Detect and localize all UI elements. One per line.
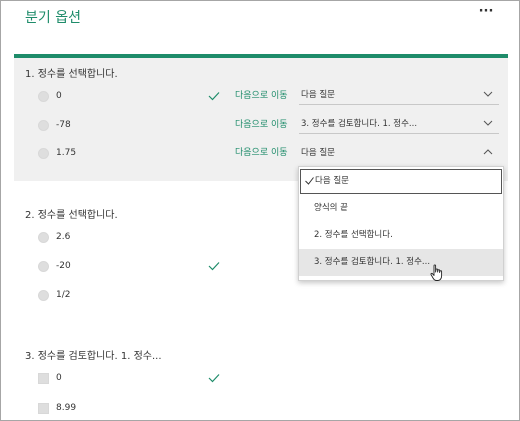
dropdown-item-label: 3. 정수를 검토합니다. 1. 정수...: [314, 257, 431, 267]
dropdown-item-label: 2. 정수를 선택합니다.: [314, 230, 393, 240]
option-label: -78: [56, 120, 71, 130]
option-label: 8.99: [56, 403, 77, 413]
question-3-title: 3. 정수를 검토합니다. 1. 정수...: [25, 351, 162, 362]
radio-button[interactable]: [38, 260, 49, 272]
chevron-down-icon: [483, 91, 493, 97]
dropdown-item-label: 다음 질문: [315, 176, 349, 186]
branch-select-value: 3. 정수를 검토합니다. 1. 정수...: [301, 119, 418, 129]
correct-answer-check-icon[interactable]: [208, 373, 220, 383]
correct-answer-check-icon[interactable]: [208, 261, 220, 271]
dropdown-item-next-question[interactable]: 다음 질문: [300, 169, 502, 194]
option-label: 1.75: [56, 148, 77, 158]
branch-select-option-1[interactable]: 다음 질문: [299, 87, 499, 105]
question-3-option-1[interactable]: 0: [38, 371, 62, 385]
branching-options-window: 분기 옵션 ··· 1. 정수를 선택합니다. 0 다음으로 이동 다음 질문 …: [0, 0, 520, 421]
option-label: 2.6: [56, 232, 71, 242]
question-1-title: 1. 정수를 선택합니다.: [25, 69, 118, 80]
checkbox[interactable]: [38, 372, 49, 384]
branch-select-value: 다음 질문: [301, 90, 335, 100]
option-label: 0: [56, 373, 62, 383]
go-to-label: 다음으로 이동: [235, 120, 288, 130]
question-1-option-2[interactable]: -78: [38, 118, 71, 132]
more-options-button[interactable]: ···: [475, 5, 497, 21]
question-2-option-3[interactable]: 1/2: [38, 288, 70, 302]
go-to-label: 다음으로 이동: [235, 148, 288, 158]
page-title: 분기 옵션: [25, 10, 81, 26]
question-1-option-1[interactable]: 0: [38, 89, 62, 103]
branch-dropdown-menu: 다음 질문 양식의 끝 2. 정수를 선택합니다. 3. 정수를 검토합니다. …: [298, 166, 504, 281]
option-label: 0: [56, 91, 62, 101]
branch-select-option-3[interactable]: 다음 질문: [299, 145, 499, 163]
question-3-option-2[interactable]: 8.99: [38, 401, 76, 415]
dropdown-item-question-3[interactable]: 3. 정수를 검토합니다. 1. 정수...: [299, 249, 503, 276]
chevron-up-icon: [483, 149, 493, 155]
radio-button[interactable]: [38, 289, 49, 301]
correct-answer-check-icon[interactable]: [208, 91, 220, 101]
branch-select-value: 다음 질문: [301, 148, 335, 158]
checkmark-icon: [305, 177, 314, 185]
hand-pointer-cursor-icon: [430, 264, 443, 281]
radio-button[interactable]: [38, 119, 49, 131]
chevron-down-icon: [483, 120, 493, 126]
question-2-option-1[interactable]: 2.6: [38, 230, 70, 244]
dropdown-item-end-of-form[interactable]: 양식의 끝: [299, 195, 503, 222]
branch-select-option-2[interactable]: 3. 정수를 검토합니다. 1. 정수...: [299, 116, 499, 134]
dropdown-item-label: 양식의 끝: [314, 203, 348, 213]
question-1-option-3[interactable]: 1.75: [38, 146, 76, 160]
option-label: -20: [56, 261, 71, 271]
dropdown-item-question-2[interactable]: 2. 정수를 선택합니다.: [299, 222, 503, 249]
checkbox[interactable]: [38, 402, 49, 414]
radio-button[interactable]: [38, 90, 49, 102]
question-2-option-2[interactable]: -20: [38, 259, 71, 273]
radio-button[interactable]: [38, 147, 49, 159]
go-to-label: 다음으로 이동: [235, 91, 288, 101]
radio-button[interactable]: [38, 231, 49, 243]
option-label: 1/2: [56, 290, 71, 300]
question-2-title: 2. 정수를 선택합니다.: [25, 210, 118, 221]
